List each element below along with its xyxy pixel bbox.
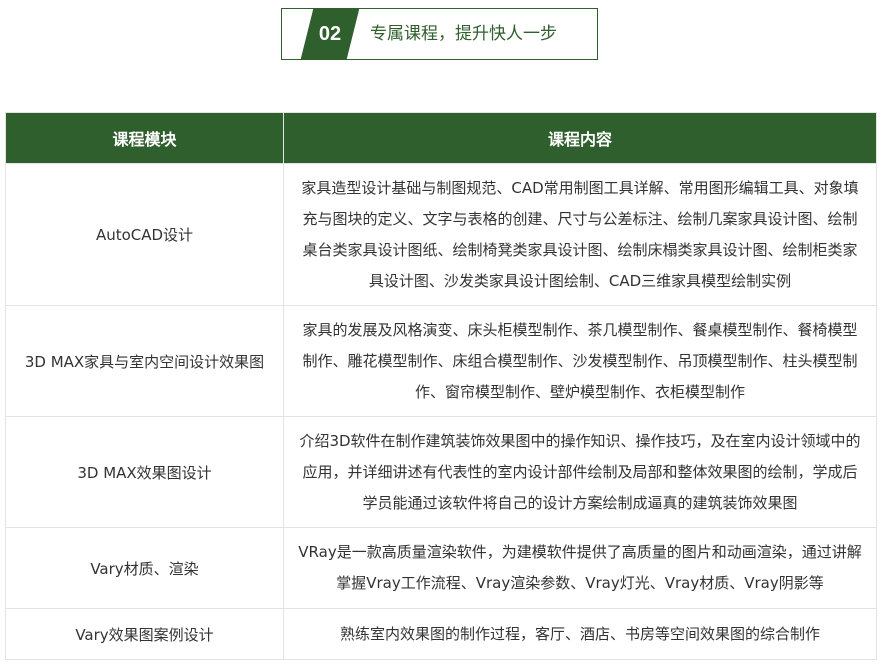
column-header-module: 课程模块 (5, 112, 284, 164)
section-title: 专属课程，提升快人一步 (370, 24, 557, 44)
content-cell: 熟练室内效果图的制作过程，客厅、酒店、书房等空间效果图的综合制作 (283, 608, 877, 660)
table-row: 3D MAX效果图设计 介绍3D软件在制作建筑装饰效果图中的操作知识、操作技巧，… (5, 416, 877, 528)
module-cell: Vary材质、渲染 (5, 527, 284, 609)
section-header: 02 专属课程，提升快人一步 (281, 8, 598, 60)
module-cell: AutoCAD设计 (5, 163, 284, 306)
table-row: 3D MAX家具与室内空间设计效果图 家具的发展及风格演变、床头柜模型制作、茶几… (5, 305, 877, 417)
module-cell: Vary效果图案例设计 (5, 608, 284, 660)
module-cell: 3D MAX效果图设计 (5, 416, 284, 528)
content-cell: 家具造型设计基础与制图规范、CAD常用制图工具详解、常用图形编辑工具、对象填充与… (283, 163, 877, 306)
table-row: Vary材质、渲染 VRay是一款高质量渲染软件，为建模软件提供了高质量的图片和… (5, 527, 877, 609)
section-number: 02 (318, 23, 342, 45)
content-cell: 介绍3D软件在制作建筑装饰效果图中的操作知识、操作技巧，及在室内设计领域中的应用… (283, 416, 877, 528)
module-cell: 3D MAX家具与室内空间设计效果图 (5, 305, 284, 417)
table-header-row: 课程模块 课程内容 (5, 112, 877, 164)
content-cell: VRay是一款高质量渲染软件，为建模软件提供了高质量的图片和动画渲染，通过讲解掌… (283, 527, 877, 609)
table-row: Vary效果图案例设计 熟练室内效果图的制作过程，客厅、酒店、书房等空间效果图的… (5, 608, 877, 660)
content-cell: 家具的发展及风格演变、床头柜模型制作、茶几模型制作、餐桌模型制作、餐椅模型制作、… (283, 305, 877, 417)
table-row: AutoCAD设计 家具造型设计基础与制图规范、CAD常用制图工具详解、常用图形… (5, 163, 877, 306)
course-table: 课程模块 课程内容 AutoCAD设计 家具造型设计基础与制图规范、CAD常用制… (5, 112, 877, 660)
column-header-content: 课程内容 (283, 112, 877, 164)
